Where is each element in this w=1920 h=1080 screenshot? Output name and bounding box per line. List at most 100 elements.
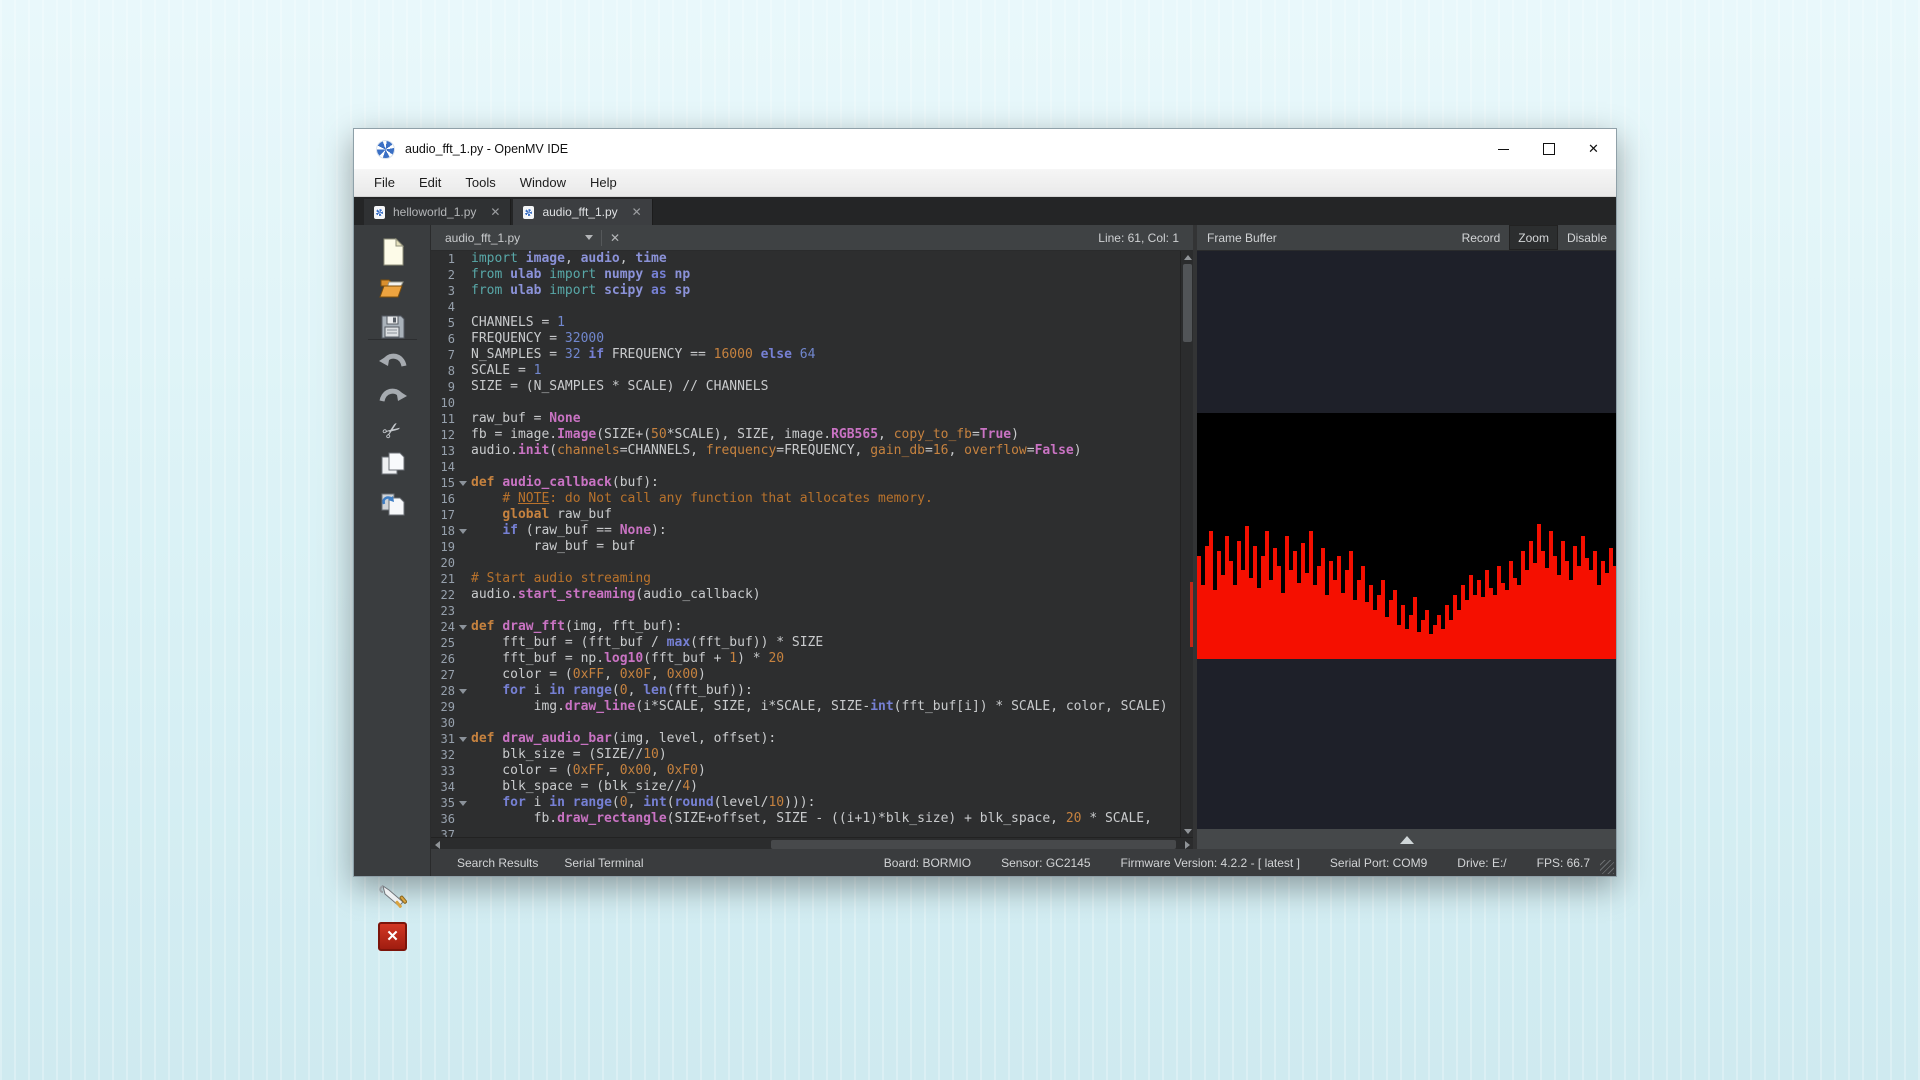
- tab-audio_fft_1-py[interactable]: audio_fft_1.py✕: [513, 199, 652, 225]
- toolbar-redo-button[interactable]: [354, 381, 431, 415]
- line-number: 1: [431, 251, 455, 267]
- code-line: 9SIZE = (N_SAMPLES * SCALE) // CHANNELS: [431, 379, 1193, 395]
- resize-grip[interactable]: [1600, 860, 1614, 874]
- toolbar-connect-button[interactable]: [354, 880, 431, 914]
- line-number: 19: [431, 539, 455, 555]
- close-icon: ✕: [1588, 141, 1599, 157]
- statusbar-drive: Drive: E:/: [1457, 856, 1506, 870]
- line-number: 13: [431, 443, 455, 459]
- fold-marker-icon[interactable]: [455, 683, 471, 699]
- fold-marker-icon[interactable]: [455, 619, 471, 635]
- fold-marker-icon[interactable]: [455, 795, 471, 811]
- scroll-up-arrow[interactable]: [1181, 251, 1194, 263]
- menu-item-help[interactable]: Help: [578, 171, 629, 194]
- code-line: 34 blk_space = (blk_size//4): [431, 779, 1193, 795]
- document-dropdown[interactable]: audio_fft_1.py: [445, 231, 593, 245]
- toolbar-save-file-button[interactable]: [354, 309, 431, 343]
- frame-buffer-zoom-button[interactable]: Zoom: [1509, 225, 1558, 250]
- line-number: 20: [431, 555, 455, 571]
- code-text: blk_space = (blk_size//4): [471, 779, 698, 795]
- code-text: if (raw_buf == None):: [471, 523, 667, 539]
- menu-item-file[interactable]: File: [362, 171, 407, 194]
- toolbar-open-file-button[interactable]: [354, 271, 431, 305]
- python-file-icon: [523, 206, 534, 219]
- tab-close-icon[interactable]: ✕: [490, 205, 500, 219]
- code-line: 8SCALE = 1: [431, 363, 1193, 379]
- code-text: for i in range(0, int(round(level/10))):: [471, 795, 815, 811]
- close-document-button[interactable]: ✕: [610, 231, 620, 245]
- fold-marker-icon[interactable]: [455, 731, 471, 747]
- line-number: 8: [431, 363, 455, 379]
- statusbar-search-results[interactable]: Search Results: [457, 856, 538, 870]
- vertical-scrollbar-thumb[interactable]: [1183, 264, 1192, 342]
- tab-bar: helloworld_1.py✕audio_fft_1.py✕: [354, 197, 1616, 225]
- toolbar-paste-button[interactable]: [354, 487, 431, 521]
- title-bar[interactable]: audio_fft_1.py - OpenMV IDE ✕: [354, 129, 1616, 169]
- tab-helloworld_1-py[interactable]: helloworld_1.py✕: [364, 199, 511, 225]
- frame-buffer-disable-button[interactable]: Disable: [1558, 225, 1616, 250]
- code-text: color = (0xFF, 0x0F, 0x00): [471, 667, 706, 683]
- toolbar-new-file-button[interactable]: [354, 235, 431, 269]
- statusbar-fps: FPS: 66.7: [1537, 856, 1590, 870]
- main-content: ✂✕ audio_fft_1.py ✕ Line: 61, Col: 1 1im…: [354, 225, 1616, 876]
- fold-marker-icon[interactable]: [455, 475, 471, 491]
- line-number: 9: [431, 379, 455, 395]
- line-number: 27: [431, 667, 455, 683]
- line-number: 32: [431, 747, 455, 763]
- line-number: 25: [431, 635, 455, 651]
- line-number: 23: [431, 603, 455, 619]
- frame-buffer-record-button[interactable]: Record: [1453, 225, 1510, 250]
- code-line: 19 raw_buf = buf: [431, 539, 1193, 555]
- code-line: 4: [431, 299, 1193, 315]
- toolbar-disconnect-button[interactable]: ✕: [354, 919, 431, 953]
- code-text: def draw_audio_bar(img, level, offset):: [471, 731, 776, 747]
- frame-buffer-header: Frame Buffer RecordZoomDisable: [1197, 225, 1616, 251]
- maximize-button[interactable]: [1526, 129, 1571, 169]
- menu-bar: FileEditToolsWindowHelp: [354, 169, 1616, 197]
- line-number: 24: [431, 619, 455, 635]
- minimize-button[interactable]: [1481, 129, 1526, 169]
- code-text: img.draw_line(i*SCALE, SIZE, i*SCALE, SI…: [471, 699, 1168, 715]
- line-number: 36: [431, 811, 455, 827]
- code-line: 2from ulab import numpy as np: [431, 267, 1193, 283]
- disconnect-icon: ✕: [378, 922, 407, 951]
- code-line: 26 fft_buf = np.log10(fft_buf + 1) * 20: [431, 651, 1193, 667]
- toolbar-undo-button[interactable]: [354, 346, 431, 380]
- code-text: from ulab import scipy as sp: [471, 283, 690, 299]
- menu-item-edit[interactable]: Edit: [407, 171, 453, 194]
- code-editor[interactable]: 1import image, audio, time2from ulab imp…: [431, 251, 1193, 837]
- horizontal-scrollbar-thumb[interactable]: [771, 840, 1176, 849]
- menu-item-window[interactable]: Window: [508, 171, 578, 194]
- toolbar-cut-button[interactable]: ✂: [354, 414, 431, 448]
- fft-bar: [1613, 566, 1616, 659]
- chevron-down-icon: [585, 235, 593, 240]
- code-line: 37: [431, 827, 1193, 837]
- menu-item-tools[interactable]: Tools: [453, 171, 507, 194]
- line-number: 22: [431, 587, 455, 603]
- vertical-scrollbar[interactable]: [1180, 251, 1193, 837]
- code-line: 36 fb.draw_rectangle(SIZE+offset, SIZE -…: [431, 811, 1193, 827]
- close-button[interactable]: ✕: [1571, 129, 1616, 169]
- code-line: 33 color = (0xFF, 0x00, 0xF0): [431, 763, 1193, 779]
- code-line: 35 for i in range(0, int(round(level/10)…: [431, 795, 1193, 811]
- code-text: fb = image.Image(SIZE+(50*SCALE), SIZE, …: [471, 427, 1019, 443]
- tab-close-icon[interactable]: ✕: [632, 205, 642, 219]
- statusbar-serial-terminal[interactable]: Serial Terminal: [564, 856, 643, 870]
- code-line: 20: [431, 555, 1193, 571]
- openmv-logo-icon: [376, 140, 395, 159]
- line-number: 2: [431, 267, 455, 283]
- code-line: 22audio.start_streaming(audio_callback): [431, 587, 1193, 603]
- code-text: raw_buf = buf: [471, 539, 635, 555]
- line-number: 12: [431, 427, 455, 443]
- toolbar-copy-button[interactable]: [354, 449, 431, 483]
- code-line: 10: [431, 395, 1193, 411]
- chevron-up-icon: [1400, 836, 1414, 844]
- scroll-down-arrow[interactable]: [1181, 825, 1194, 837]
- line-number: 16: [431, 491, 455, 507]
- status-bar: Search ResultsSerial Terminal Board: BOR…: [431, 849, 1616, 876]
- line-number: 26: [431, 651, 455, 667]
- code-text: # Start audio streaming: [471, 571, 651, 587]
- fold-marker-icon[interactable]: [455, 523, 471, 539]
- panel-collapse-handle[interactable]: [1197, 829, 1616, 851]
- line-number: 30: [431, 715, 455, 731]
